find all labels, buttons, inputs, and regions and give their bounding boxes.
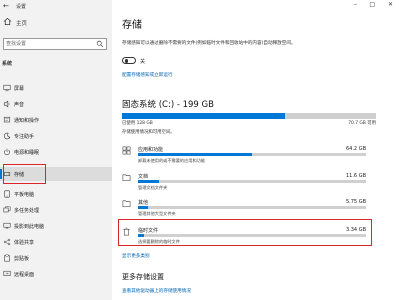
sidebar-item-display[interactable]: 屏幕 [0, 81, 112, 95]
home-icon [3, 17, 12, 26]
highlight-box-temporary-files [118, 219, 372, 246]
multitask-icon [3, 206, 11, 213]
sidebar-item-clipboard[interactable]: 剪贴板 [0, 251, 112, 265]
category-usage-bar [138, 180, 366, 183]
page-title: 存储 [122, 20, 142, 31]
sidebar-item-label: 多任务处理 [14, 208, 40, 214]
main-content: – □ ✕ 存储 存储感知可以通过删除不需要的文件(例如临时文件和回收站中的内容… [112, 0, 399, 300]
drive-used-text: 已使用 128 GB [122, 121, 153, 126]
category-usage-bar-fill [138, 153, 252, 156]
search-icon[interactable] [96, 40, 104, 48]
power-icon [4, 148, 10, 156]
storage-sense-toggle[interactable] [122, 57, 136, 64]
title-bar: ← 设置 [0, 0, 112, 12]
sidebar-item-remote-desktop[interactable]: 远程桌面 [0, 267, 112, 281]
category-usage-bar [138, 206, 366, 209]
minimize-icon[interactable]: – [354, 1, 357, 8]
category-name: 应用和功能 [138, 147, 164, 153]
app-title: 设置 [16, 4, 27, 10]
clipboard-icon [4, 254, 10, 262]
sidebar-item-label: 专注助手 [14, 134, 35, 140]
close-icon[interactable]: ✕ [388, 1, 393, 8]
sidebar: ← 设置 主页 系统 屏幕 声音 通知和操作 专注助手 电源和睡眠 存储 [0, 0, 112, 300]
storage-sense-toggle-label: 关 [140, 59, 146, 65]
settings-search-box[interactable] [3, 38, 107, 50]
sidebar-item-shared-experiences[interactable]: 体验共享 [0, 235, 112, 249]
tablet-icon [4, 190, 10, 198]
category-size: 5.75 GB [345, 199, 366, 205]
speaker-icon [3, 100, 10, 108]
sidebar-item-notifications[interactable]: 通知和操作 [0, 113, 112, 127]
category-size: 11.6 GB [345, 173, 366, 179]
sidebar-item-sound[interactable]: 声音 [0, 97, 112, 111]
apps-icon [122, 146, 131, 155]
configure-storage-sense-link[interactable]: 配置存储感知或立即运行 [122, 72, 173, 78]
folder-icon [122, 200, 131, 207]
category-usage-bar-fill [138, 206, 149, 209]
drive-usage-bar-fill [122, 113, 285, 119]
projection-icon [3, 222, 11, 230]
view-other-drives-link[interactable]: 查看其他驱动器上的存储使用情况 [122, 288, 191, 294]
search-input[interactable] [6, 40, 94, 48]
share-icon [3, 238, 11, 246]
drive-usage-hint: 存储使用情况和可用空间。 [122, 130, 175, 135]
sidebar-item-label: 平板电脑 [14, 192, 35, 198]
category-apps-features[interactable]: 应用和功能 64.2 GB 卸载未使用的或不需要的应用和功能 [120, 143, 378, 171]
remote-desktop-icon [3, 270, 11, 276]
category-description: 管理其他大型文件夹 [138, 211, 176, 216]
category-size: 64.2 GB [345, 146, 366, 152]
sidebar-item-tablet[interactable]: 平板电脑 [0, 187, 112, 201]
drive-usage-bar [122, 113, 376, 119]
storage-sense-description: 存储感知可以通过删除不需要的文件(例如临时文件和回收站中的内容)自动释放空间。 [122, 41, 296, 46]
back-arrow-icon[interactable]: ← [3, 2, 9, 10]
sidebar-item-label: 剪贴板 [14, 256, 30, 262]
monitor-icon [3, 84, 11, 92]
category-description: 卸载未使用的或不需要的应用和功能 [138, 158, 206, 163]
category-documents[interactable]: 文档 11.6 GB 管理文档文件夹 [120, 170, 378, 198]
sidebar-item-label: 声音 [14, 102, 25, 108]
sidebar-item-label: 通知和操作 [14, 118, 40, 124]
sidebar-item-label: 远程桌面 [14, 272, 35, 278]
moon-icon [3, 132, 11, 140]
notification-icon [3, 116, 11, 123]
drive-title: 固态系统 (C:) - 199 GB [122, 100, 214, 110]
sidebar-item-multitasking[interactable]: 多任务处理 [0, 203, 112, 217]
sidebar-item-focus-assist[interactable]: 专注助手 [0, 129, 112, 143]
section-label-system: 系统 [2, 61, 13, 67]
maximize-icon[interactable]: □ [369, 1, 375, 8]
sidebar-item-label: 电源和睡眠 [14, 150, 40, 156]
category-name: 其他 [138, 200, 149, 206]
documents-icon [122, 174, 131, 181]
sidebar-item-label: 屏幕 [14, 86, 25, 92]
sidebar-item-label: 投影到此电脑 [14, 224, 45, 230]
category-name: 文档 [138, 174, 149, 180]
sidebar-item-power-sleep[interactable]: 电源和睡眠 [0, 145, 112, 159]
home-nav-item[interactable]: 主页 [0, 16, 112, 28]
category-usage-bar [138, 153, 366, 156]
highlight-box-storage [3, 164, 46, 184]
show-more-categories-link[interactable]: 显示更多类别 [122, 253, 150, 259]
drive-free-text: 70.7 GB 可用 [348, 121, 376, 126]
home-label: 主页 [16, 21, 28, 27]
sidebar-item-projecting[interactable]: 投影到此电脑 [0, 219, 112, 233]
sidebar-item-label: 体验共享 [14, 240, 35, 246]
category-usage-bar-fill [138, 180, 159, 183]
category-description: 管理文档文件夹 [138, 185, 168, 190]
more-storage-settings-title: 更多存储设置 [122, 273, 164, 281]
